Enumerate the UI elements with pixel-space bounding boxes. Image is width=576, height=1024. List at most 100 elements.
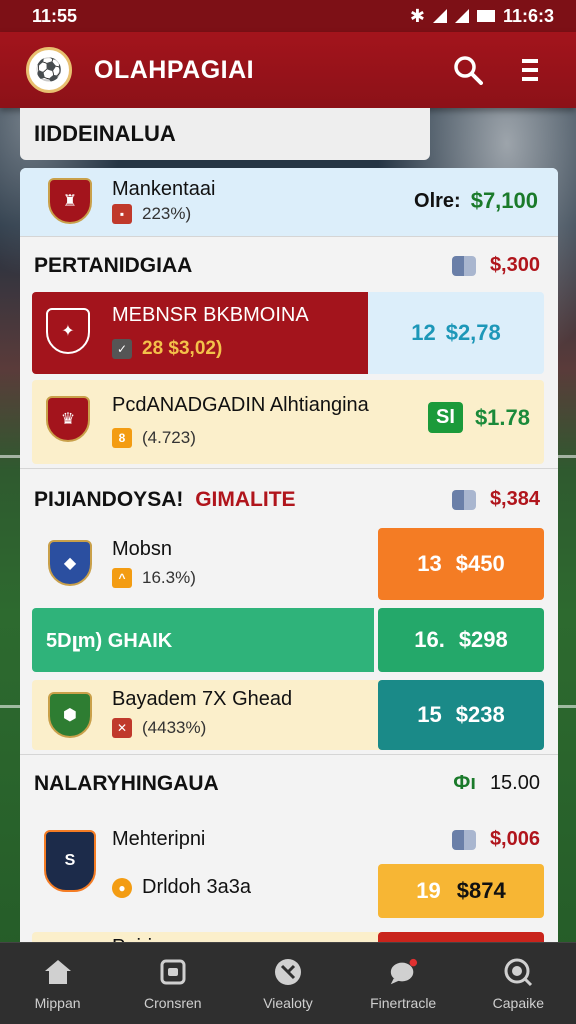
- nav-item-calendar[interactable]: Cronsren: [123, 957, 223, 1011]
- team-stat: ^ 16.3%): [112, 568, 196, 588]
- app-bar: ⚽ OLAHPAGIAI: [0, 32, 576, 108]
- team-stat: ▪ 223%): [112, 204, 191, 224]
- matches-card: ♜ Mankentaai ▪ 223%) Olre: $7,100 PERTAN…: [20, 168, 558, 958]
- section-value-text: $,384: [489, 488, 540, 510]
- calendar-icon: [158, 957, 188, 987]
- team-name: PcdANADGADIN Alhtiangina: [112, 394, 369, 416]
- chat-icon: [388, 957, 418, 987]
- stat-badge-icon: ●: [112, 877, 132, 898]
- status-time-left: 11:55: [32, 5, 78, 26]
- nav-item-profile[interactable]: Capaike: [468, 957, 568, 1011]
- bluetooth-icon: ✱: [409, 5, 425, 26]
- search-button[interactable]: [448, 50, 488, 90]
- nav-item-chat[interactable]: Finertracle: [353, 957, 453, 1011]
- odds-value: $7,100: [470, 188, 538, 213]
- team-crest-icon: ⬢: [48, 692, 92, 738]
- odds-number: 12: [411, 320, 436, 345]
- odds-button[interactable]: 19 $874: [378, 864, 544, 918]
- team-crest-icon: ♜: [48, 178, 92, 224]
- section-value-text: 15.00: [489, 772, 540, 794]
- section-value-text: $,300: [489, 254, 540, 276]
- team-stat: ✕ (4433%): [112, 718, 206, 738]
- club-logo-icon[interactable]: ⚽: [26, 47, 72, 93]
- odds-button[interactable]: 16. $298: [378, 608, 544, 672]
- team-name-secondary: Drldoh 3a3a: [142, 876, 251, 898]
- stat-value: (4.723): [142, 428, 196, 447]
- section-title-b: GIMALITE: [195, 488, 296, 511]
- profile-icon: [503, 957, 533, 987]
- row-extra: $,006: [451, 828, 540, 851]
- odds-button[interactable]: 13 $450: [378, 528, 544, 600]
- stat-value: (4433%): [142, 718, 207, 737]
- match-row[interactable]: ✦ MEBNSR BKBMOINA ✓ 28 $3,02) 12 $2,78: [32, 292, 544, 374]
- stat-badge-icon: ✕: [112, 718, 132, 738]
- value-icon: Фı: [453, 772, 476, 794]
- divider: [20, 236, 558, 237]
- nav-item-home[interactable]: Mippan: [8, 957, 108, 1011]
- team-crest-icon: ♛: [46, 396, 90, 442]
- section-value: Фı 15.00: [453, 772, 540, 795]
- odds-label: Olre:: [414, 189, 461, 212]
- nav-label: Viealoty: [263, 994, 313, 1011]
- team-name: Mankentaai: [112, 178, 216, 200]
- team-name: Bayadem 7X Ghead: [112, 688, 293, 710]
- stat-value: 223%): [142, 204, 192, 223]
- status-bar: 11:55 ✱ 11:6:3: [0, 0, 576, 32]
- odds-badge: SI: [428, 402, 463, 433]
- section-header-title: IIDDEINALUA: [34, 121, 176, 146]
- divider: [20, 468, 558, 469]
- home-icon: [43, 957, 73, 987]
- odds-number: 15: [417, 702, 442, 727]
- section-title: PIJIANDOYSA! GIMALITE: [34, 488, 296, 512]
- odds-button[interactable]: 15 $238: [378, 680, 544, 750]
- nav-label: Capaike: [492, 994, 545, 1011]
- team-stat: ✓ 28 $3,02): [112, 338, 222, 360]
- featured-match-row[interactable]: ♜ Mankentaai ▪ 223%) Olre: $7,100: [20, 168, 558, 236]
- status-icons: ✱ 11:6:3: [410, 6, 554, 27]
- team-stat: ● Drldoh 3a3a: [112, 876, 251, 899]
- signal-icon: [454, 9, 469, 23]
- section-value: $,300: [451, 254, 540, 277]
- odds-number: 13: [417, 551, 442, 576]
- odds-value: $450: [455, 551, 505, 576]
- stat-value: 16.3%): [142, 568, 196, 587]
- odds-value: $238: [455, 702, 505, 727]
- odds-value: $874: [456, 878, 506, 903]
- team-name: Mobsn: [112, 538, 173, 560]
- odds-number: 16.: [414, 627, 445, 652]
- section-header: IIDDEINALUA: [20, 108, 430, 160]
- team-stat: 8 (4.723): [112, 428, 196, 448]
- team-crest-icon: ◆: [48, 540, 92, 586]
- logo-glyph: ⚽: [35, 57, 63, 82]
- odds-button[interactable]: SI $1.78: [428, 402, 530, 433]
- odds-value: $298: [458, 627, 508, 652]
- app-title: OLAHPAGIAI: [94, 55, 255, 84]
- match-row[interactable]: 5Dլm) GHAIK 16. $298: [32, 608, 544, 672]
- match-row[interactable]: ♛ PcdANADGADIN Alhtiangina 8 (4.723) SI …: [32, 380, 544, 464]
- team-crest-icon: S: [44, 830, 96, 892]
- stat-badge-icon: 8: [112, 428, 132, 448]
- section-title-a: PIJIANDOYSA!: [34, 488, 184, 511]
- featured-odds[interactable]: Olre: $7,100: [414, 188, 538, 214]
- nav-label: Cronsren: [143, 994, 202, 1011]
- section-title: NALARYHINGAUA: [34, 772, 219, 795]
- match-row[interactable]: ◆ Mobsn ^ 16.3%) 13 $450: [32, 528, 544, 600]
- divider: [20, 754, 558, 755]
- nav-item-matches[interactable]: Viealoty: [238, 957, 338, 1011]
- nav-label: Finertracle: [370, 994, 437, 1011]
- status-time-right: 11:6:3: [502, 5, 554, 26]
- match-row[interactable]: ⬢ Bayadem 7X Ghead ✕ (4433%) 15 $238: [32, 680, 544, 750]
- stat-value: 28 $3,02): [142, 338, 223, 359]
- stat-badge-icon: ▪: [112, 204, 132, 224]
- stat-badge-icon: ^: [112, 568, 132, 588]
- nav-label: Mippan: [34, 994, 81, 1011]
- team-crest-icon: ✦: [46, 308, 90, 354]
- menu-icon: [522, 59, 538, 81]
- gift-icon: [451, 829, 476, 850]
- odds-button[interactable]: 12 $2,78: [368, 292, 544, 374]
- odds-value: $1.78: [474, 404, 530, 430]
- bottom-navigation: Mippan Cronsren Viealoty Finertracle Cap…: [0, 942, 576, 1024]
- team-name: MEBNSR BKBMOINA: [112, 304, 309, 326]
- menu-button[interactable]: [510, 50, 550, 90]
- team-name: Mehteripni: [112, 828, 206, 850]
